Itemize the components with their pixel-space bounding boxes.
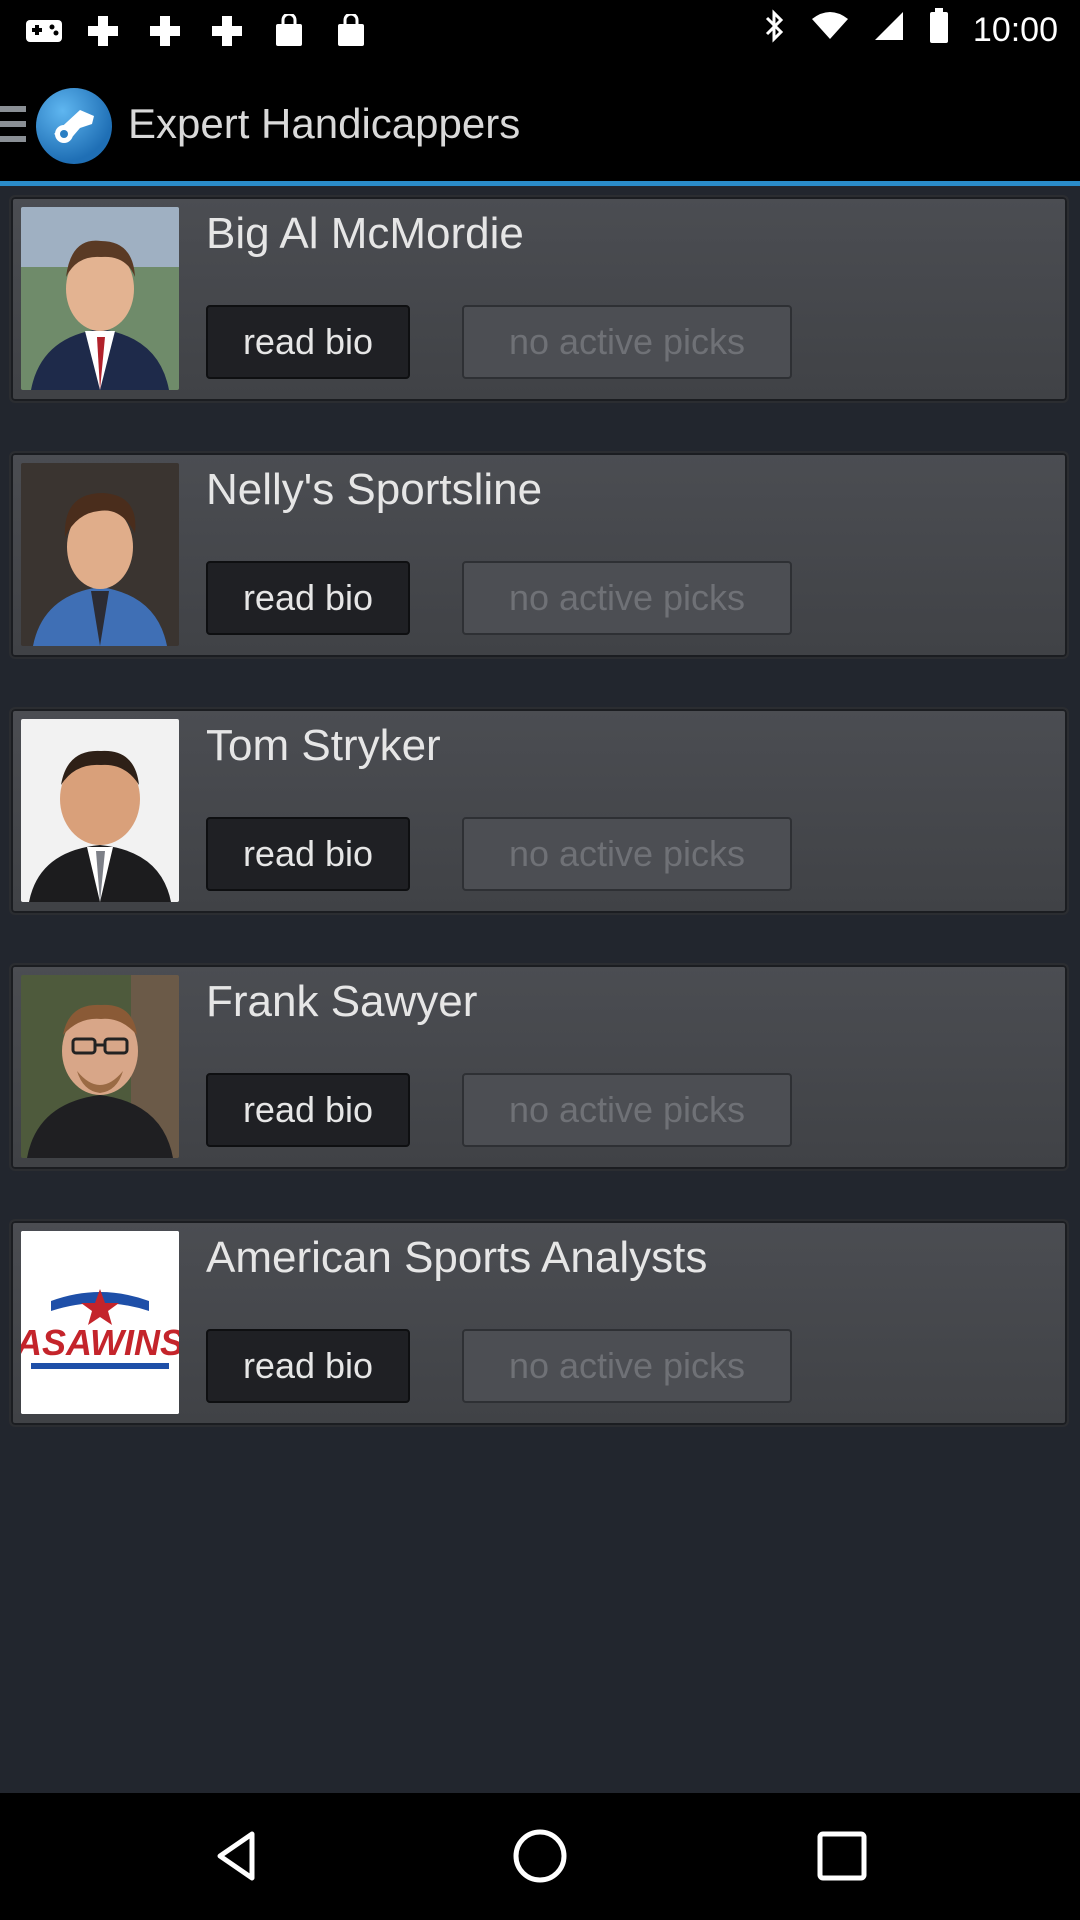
cross-notification-icon <box>148 14 188 48</box>
signal-icon <box>873 10 905 51</box>
read-bio-button[interactable]: read bio <box>206 305 410 379</box>
handicapper-name: Nelly's Sportsline <box>206 465 543 514</box>
no-active-picks-button[interactable]: no active picks <box>462 561 792 635</box>
handicapper-card: Big Al McMordie read bio no active picks <box>9 195 1069 403</box>
handicapper-name: Tom Stryker <box>206 721 441 770</box>
avatar <box>21 207 179 390</box>
handicapper-name: Big Al McMordie <box>206 209 524 258</box>
handicapper-name: American Sports Analysts <box>206 1233 708 1282</box>
battery-icon <box>929 8 949 53</box>
status-right: 10:00 <box>763 8 1058 53</box>
wifi-icon <box>811 11 849 50</box>
read-bio-button[interactable]: read bio <box>206 1073 410 1147</box>
status-bar: 10:00 <box>0 0 1080 62</box>
recents-icon[interactable] <box>812 1826 872 1886</box>
bluetooth-icon <box>763 8 787 53</box>
no-active-picks-button[interactable]: no active picks <box>462 817 792 891</box>
whistle-logo-icon[interactable] <box>36 88 112 164</box>
gamepad-icon <box>24 14 64 48</box>
read-bio-button[interactable]: read bio <box>206 817 410 891</box>
avatar <box>21 719 179 902</box>
cross-notification-icon <box>210 14 250 48</box>
page-title: Expert Handicappers <box>128 100 521 147</box>
clock-time: 10:00 <box>972 11 1058 49</box>
menu-icon[interactable] <box>0 106 26 146</box>
handicapper-card: Nelly's Sportsline read bio no active pi… <box>9 451 1069 659</box>
read-bio-button[interactable]: read bio <box>206 1329 410 1403</box>
app-bar: Expert Handicappers <box>0 62 1080 186</box>
handicapper-card: Frank Sawyer read bio no active picks <box>9 963 1069 1171</box>
handicapper-name: Frank Sawyer <box>206 977 478 1026</box>
read-bio-button[interactable]: read bio <box>206 561 410 635</box>
avatar <box>21 463 179 646</box>
handicapper-card: ASAWINS American Sports Analysts read bi… <box>9 1219 1069 1427</box>
no-active-picks-button[interactable]: no active picks <box>462 1073 792 1147</box>
notification-icons <box>24 12 374 48</box>
cross-notification-icon <box>86 14 126 48</box>
back-icon[interactable] <box>208 1826 268 1886</box>
svg-text:ASAWINS: ASAWINS <box>21 1322 179 1363</box>
asawins-logo: ASAWINS <box>21 1231 179 1414</box>
system-nav-bar <box>0 1793 1080 1920</box>
handicapper-list: Big Al McMordie read bio no active picks… <box>9 195 1069 1475</box>
home-icon[interactable] <box>510 1826 570 1886</box>
avatar <box>21 975 179 1158</box>
no-active-picks-button[interactable]: no active picks <box>462 1329 792 1403</box>
bag-icon <box>334 12 374 48</box>
handicapper-card: Tom Stryker read bio no active picks <box>9 707 1069 915</box>
bag-icon <box>272 12 312 48</box>
no-active-picks-button[interactable]: no active picks <box>462 305 792 379</box>
